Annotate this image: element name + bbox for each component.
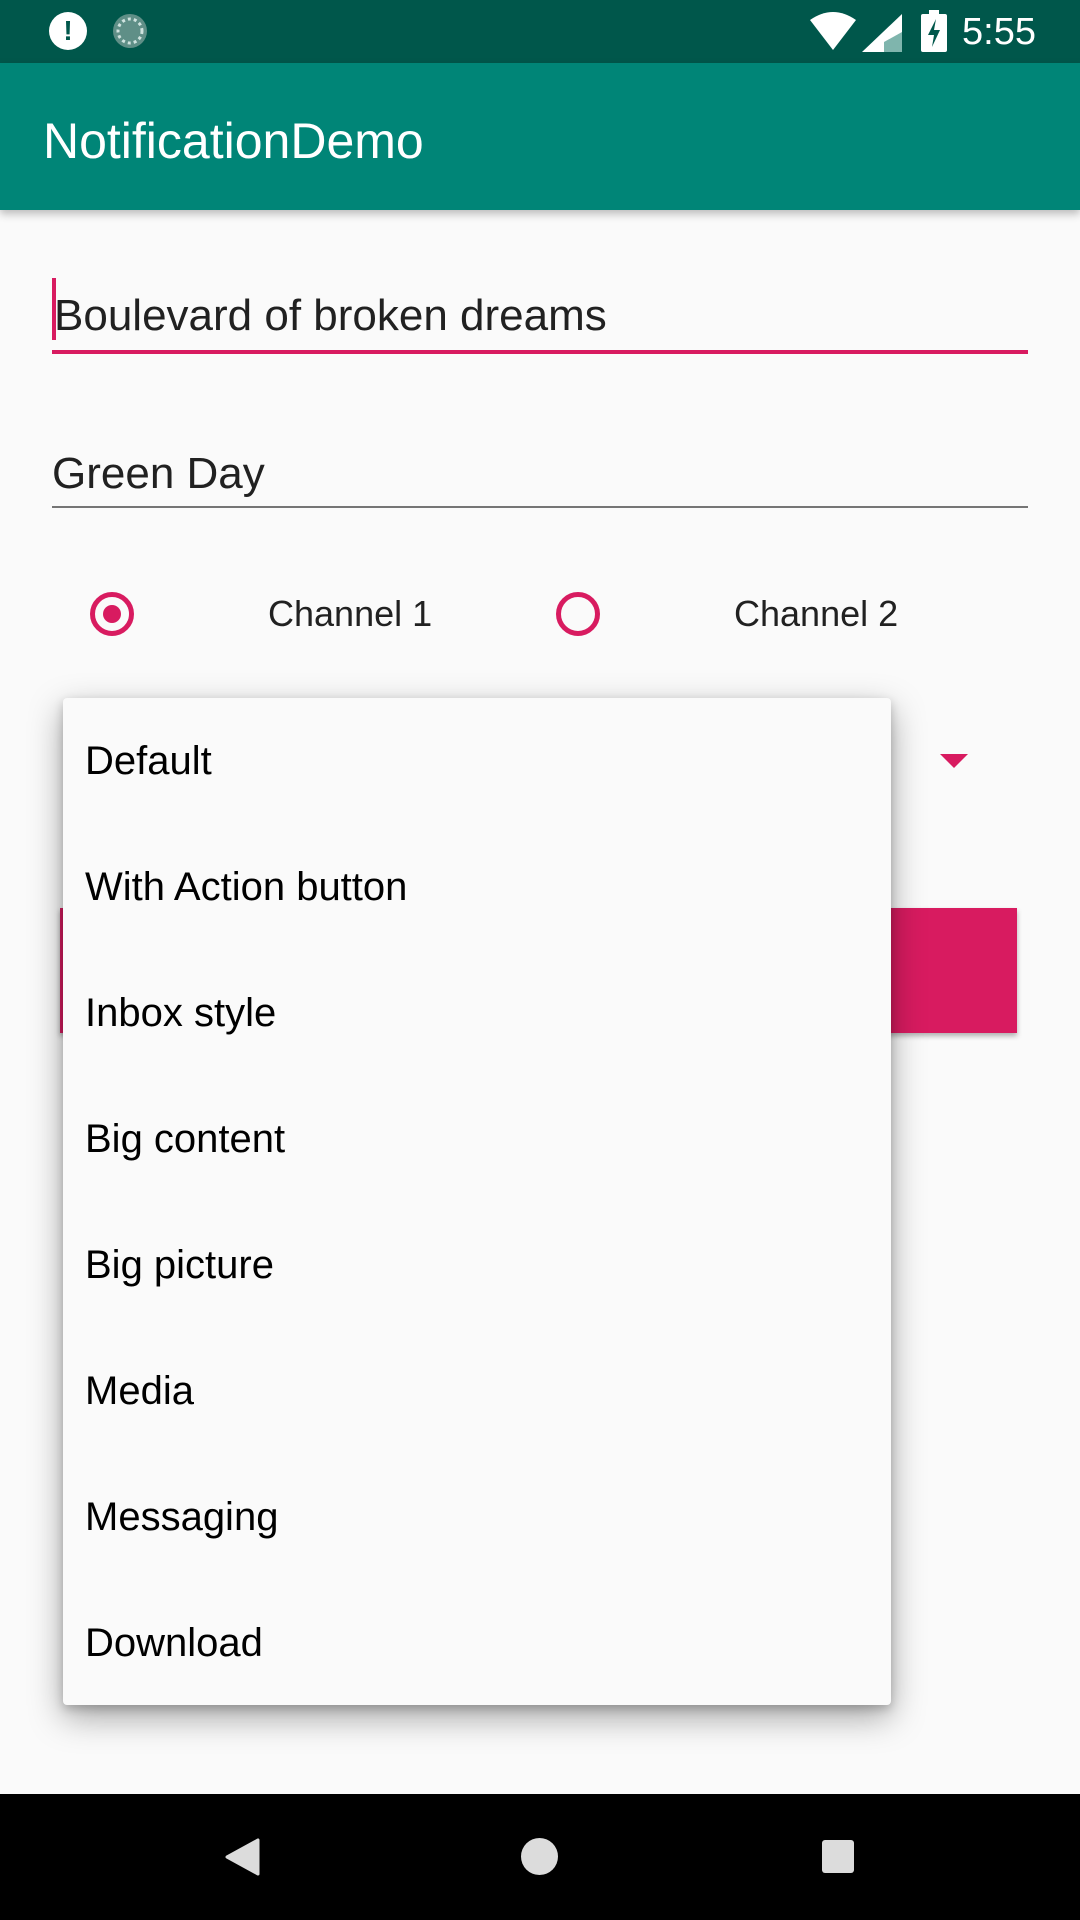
notification-style-dropdown: Default With Action button Inbox style B… (63, 698, 891, 1705)
app-bar: NotificationDemo (0, 63, 1080, 210)
status-time: 5:55 (962, 11, 1036, 53)
dropdown-option[interactable]: Inbox style (63, 950, 891, 1076)
dropdown-option[interactable]: Big picture (63, 1202, 891, 1328)
channel-1-label[interactable]: Channel 1 (268, 592, 432, 636)
sync-icon (113, 14, 147, 48)
back-icon[interactable] (224, 1838, 260, 1876)
home-icon[interactable] (521, 1838, 558, 1875)
status-bar: ! 5:55 (0, 0, 1080, 63)
battery-charging-icon (921, 10, 947, 52)
dropdown-option[interactable]: With Action button (63, 824, 891, 950)
signal-icon (862, 14, 902, 52)
dropdown-option[interactable]: Download (63, 1580, 891, 1706)
channel-2-radio[interactable] (556, 592, 600, 636)
navigation-bar (0, 1794, 1080, 1920)
artist-input[interactable]: Green Day (52, 442, 1028, 508)
dropdown-option[interactable]: Media (63, 1328, 891, 1454)
dropdown-option[interactable]: Messaging (63, 1454, 891, 1580)
song-title-input[interactable]: Boulevard of broken dreams (52, 278, 1028, 354)
artist-value: Green Day (52, 449, 265, 498)
dropdown-option[interactable]: Big content (63, 1076, 891, 1202)
alert-icon: ! (49, 12, 87, 50)
dropdown-option[interactable]: Default (63, 698, 891, 824)
wifi-icon (810, 12, 856, 50)
app-title: NotificationDemo (43, 113, 424, 169)
channel-1-radio[interactable] (90, 592, 134, 636)
recents-icon[interactable] (822, 1840, 854, 1873)
song-title-value: Boulevard of broken dreams (54, 291, 607, 340)
channel-2-label[interactable]: Channel 2 (734, 592, 898, 636)
spinner-dropdown-arrow-icon[interactable] (940, 754, 968, 768)
